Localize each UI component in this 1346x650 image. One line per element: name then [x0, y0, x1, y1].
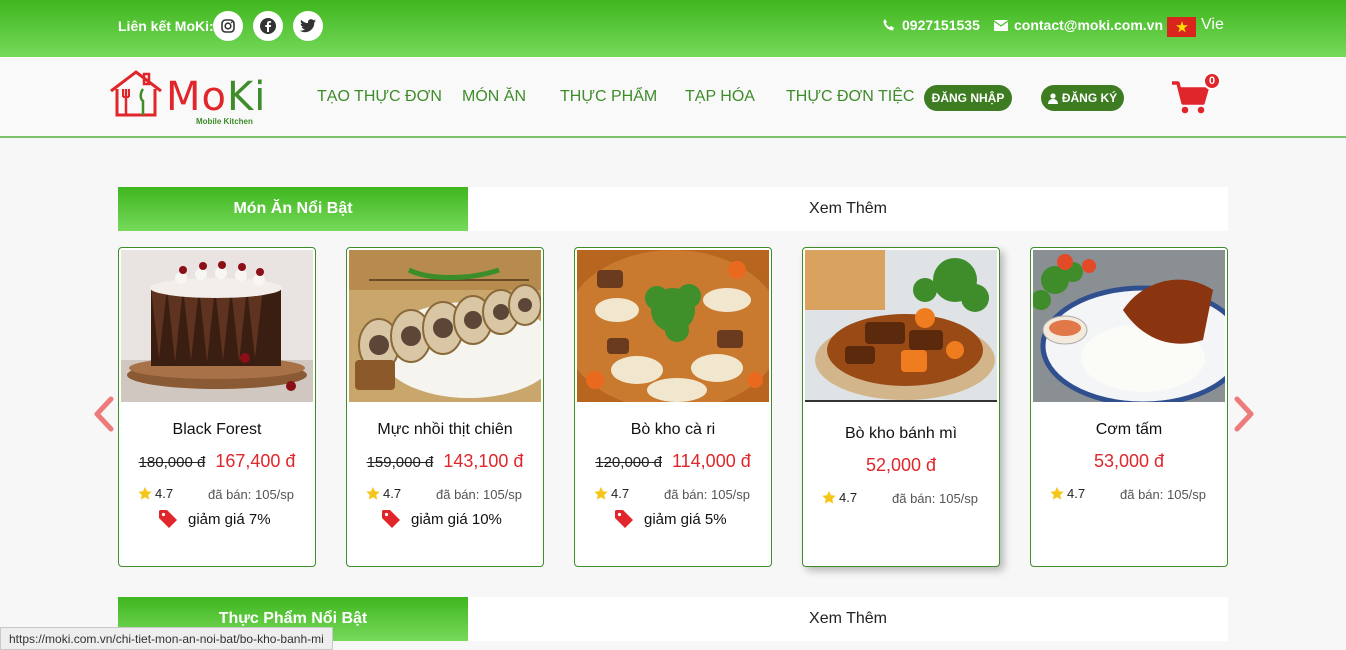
featured-dishes-section-header: Món Ăn Nổi Bật Xem Thêm — [118, 187, 1228, 231]
price-row: 53,000 đ — [1031, 451, 1227, 472]
vietnam-flag-icon[interactable] — [1167, 17, 1196, 37]
price-row: 180,000 đ 167,400 đ — [119, 451, 315, 472]
language-selector[interactable]: Vie — [1201, 16, 1224, 34]
user-icon — [1047, 92, 1058, 104]
sold-count: đã bán: 105/sp — [208, 487, 295, 502]
star-icon — [1050, 487, 1064, 500]
house-logo-icon — [110, 70, 162, 117]
rating-value: 4.7 — [1067, 486, 1086, 501]
nav-tap-hoa[interactable]: TẠP HÓA — [685, 88, 755, 106]
product-name[interactable]: Mực nhồi thịt chiên — [347, 421, 543, 439]
discount-text: giảm giá 7% — [188, 510, 271, 528]
register-label: ĐĂNG KÝ — [1061, 91, 1118, 105]
rating-value: 4.7 — [839, 490, 858, 505]
discount-badge: giảm giá 7% — [158, 509, 271, 529]
discount-text: giảm giá 5% — [644, 510, 727, 528]
phone-contact[interactable]: 0927151535 — [882, 17, 980, 33]
product-name[interactable]: Bò kho cà ri — [575, 421, 771, 439]
sale-price: 167,400 đ — [215, 451, 296, 471]
star-icon — [822, 491, 836, 504]
logo-wordmark: MoKi — [166, 74, 267, 120]
sold-count: đã bán: 105/sp — [1120, 487, 1207, 502]
sale-price: 52,000 đ — [865, 455, 937, 475]
original-price: 159,000 đ — [366, 454, 434, 471]
rating: 4.7 — [822, 490, 857, 505]
product-image-bo-kho-ca-ri — [577, 250, 769, 402]
featured-dishes-see-more-link[interactable]: Xem Thêm — [468, 187, 1228, 231]
product-image-muc-nhoi-thit-chien — [349, 250, 541, 402]
product-card-muc-nhoi-thit-chien[interactable]: Mực nhồi thịt chiên 159,000 đ 143,100 đ … — [346, 247, 544, 567]
email-contact[interactable]: contact@moki.com.vn — [994, 17, 1163, 33]
rating-value: 4.7 — [155, 486, 174, 501]
phone-number: 0927151535 — [902, 17, 980, 33]
facebook-icon[interactable] — [253, 11, 283, 41]
nav-tao-thuc-don[interactable]: TẠO THỰC ĐƠN — [317, 88, 442, 106]
sold-count: đã bán: 105/sp — [664, 487, 751, 502]
rating: 4.7 — [366, 486, 401, 501]
nav-thuc-don-tiec[interactable]: THỰC ĐƠN TIỆC — [786, 88, 914, 106]
sold-count: đã bán: 105/sp — [892, 491, 979, 506]
carousel-prev-arrow-icon[interactable] — [92, 396, 116, 432]
logo-tagline: Mobile Kitchen — [196, 117, 253, 126]
email-address: contact@moki.com.vn — [1014, 17, 1164, 33]
discount-badge: giảm giá 5% — [614, 509, 727, 529]
featured-dishes-title: Món Ăn Nổi Bật — [118, 187, 468, 231]
product-card-com-tam[interactable]: Cơm tấm 53,000 đ 4.7 đã bán: 105/sp — [1030, 247, 1228, 567]
rating-value: 4.7 — [383, 486, 402, 501]
cart-count-badge: 0 — [1203, 72, 1221, 90]
twitter-icon[interactable] — [293, 11, 323, 41]
envelope-icon — [994, 19, 1008, 31]
price-row: 52,000 đ — [803, 455, 999, 476]
price-tag-icon — [615, 510, 633, 528]
discount-badge: giảm giá 10% — [381, 509, 502, 529]
nav-mon-an[interactable]: MÓN ĂN — [462, 88, 526, 106]
sale-price: 143,100 đ — [443, 451, 524, 471]
rating: 4.7 — [1050, 486, 1085, 501]
featured-foods-see-more-link[interactable]: Xem Thêm — [468, 597, 1228, 641]
product-card-bo-kho-ca-ri[interactable]: Bò kho cà ri 120,000 đ 114,000 đ 4.7 đã … — [574, 247, 772, 567]
sold-count: đã bán: 105/sp — [436, 487, 523, 502]
social-links-label: Liên kết MoKi: — [118, 18, 214, 34]
price-row: 120,000 đ 114,000 đ — [575, 451, 771, 472]
sale-price: 114,000 đ — [671, 451, 751, 471]
original-price: 120,000 đ — [595, 454, 662, 471]
price-tag-icon — [159, 510, 177, 528]
register-button[interactable]: ĐĂNG KÝ — [1041, 85, 1124, 111]
moki-logo[interactable]: MoKi Mobile Kitchen — [108, 69, 268, 127]
star-icon — [366, 487, 380, 500]
discount-text: giảm giá 10% — [411, 510, 502, 528]
login-button[interactable]: ĐĂNG NHẬP — [924, 85, 1012, 111]
main-header: MoKi Mobile Kitchen TẠO THỰC ĐƠN MÓN ĂN … — [0, 57, 1346, 138]
product-card-black-forest[interactable]: Black Forest 180,000 đ 167,400 đ 4.7 đã … — [118, 247, 316, 567]
original-price: 180,000 đ — [138, 454, 206, 471]
product-card-bo-kho-banh-mi[interactable]: Bò kho bánh mì 52,000 đ 4.7 đã bán: 105/… — [802, 247, 1000, 567]
star-icon — [594, 487, 608, 500]
product-name[interactable]: Cơm tấm — [1031, 421, 1227, 439]
browser-status-url: https://moki.com.vn/chi-tiet-mon-an-noi-… — [0, 627, 333, 650]
star-icon — [138, 487, 152, 500]
sale-price: 53,000 đ — [1093, 451, 1165, 471]
nav-thuc-pham[interactable]: THỰC PHẨM — [560, 88, 657, 106]
product-image-com-tam — [1033, 250, 1225, 402]
rating: 4.7 — [594, 486, 629, 501]
product-name[interactable]: Black Forest — [119, 421, 315, 439]
rating: 4.7 — [138, 486, 173, 501]
product-image-bo-kho-banh-mi — [805, 250, 997, 402]
price-row: 159,000 đ 143,100 đ — [347, 451, 543, 472]
phone-icon — [883, 19, 894, 31]
price-tag-icon — [382, 510, 400, 528]
carousel-next-arrow-icon[interactable] — [1232, 396, 1256, 432]
top-bar: Liên kết MoKi: 0927151535 contact@moki.c… — [0, 0, 1346, 57]
rating-value: 4.7 — [611, 486, 630, 501]
instagram-icon[interactable] — [213, 11, 243, 41]
product-name[interactable]: Bò kho bánh mì — [803, 425, 999, 443]
product-image-black-forest — [121, 250, 313, 402]
